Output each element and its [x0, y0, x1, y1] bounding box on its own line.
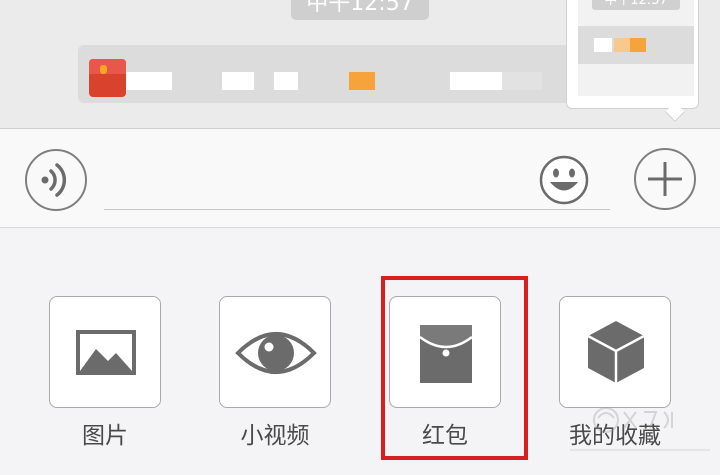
image-function-tile[interactable]: [49, 296, 161, 408]
popup-timestamp: 中午12:57: [592, 0, 680, 10]
input-bar: [0, 128, 720, 228]
blurred-text: [126, 72, 172, 90]
emoji-button[interactable]: [539, 155, 589, 205]
small-video-function-label: 小视频: [240, 423, 310, 449]
blurred-text: [450, 72, 502, 90]
image-icon: [76, 330, 136, 375]
chat-timestamp: 中午12:57: [291, 0, 429, 20]
blurred-text: [594, 38, 612, 52]
plus-icon: [648, 162, 682, 196]
my-favorites-function-tile[interactable]: [559, 296, 671, 408]
image-function-label: 图片: [82, 423, 128, 449]
watermark-logo: [570, 407, 710, 451]
blurred-text: [222, 72, 254, 90]
voice-input-button[interactable]: [25, 149, 87, 211]
cube-icon: [587, 321, 645, 383]
blurred-text: [349, 72, 375, 90]
emoji-icon: [539, 155, 589, 205]
more-functions-button[interactable]: [634, 148, 696, 210]
message-input[interactable]: [104, 166, 610, 210]
blurred-text: [274, 72, 298, 90]
blurred-text: [502, 72, 542, 90]
highlight-box: [381, 276, 528, 460]
eye-icon: [235, 332, 317, 374]
blurred-text: [630, 38, 646, 52]
blurred-text: [614, 38, 630, 52]
popup-content: 中午12:57: [578, 0, 694, 96]
small-video-function-tile[interactable]: [219, 296, 331, 408]
red-packet-thumbnail-icon: [89, 59, 126, 97]
popup-message-row: [578, 26, 694, 64]
voice-icon: [41, 163, 67, 197]
